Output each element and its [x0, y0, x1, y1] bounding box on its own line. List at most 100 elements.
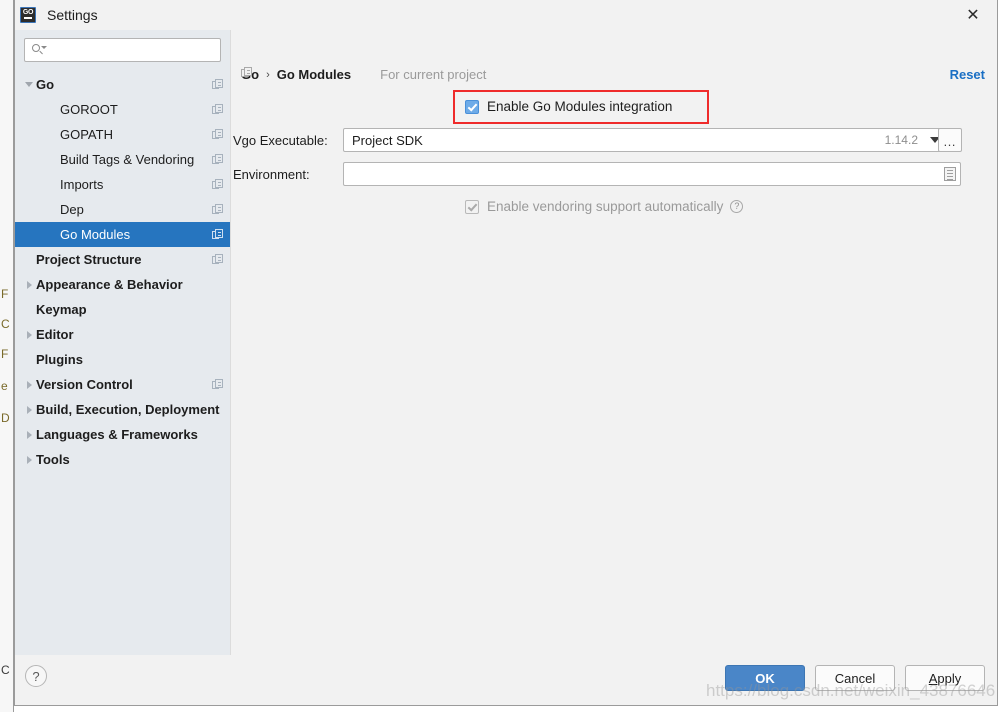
- sidebar-item-label: Project Structure: [36, 252, 141, 267]
- sidebar-item-label: Appearance & Behavior: [36, 277, 183, 292]
- sidebar-item-label: Imports: [60, 177, 103, 192]
- module-scope-icon: [212, 79, 224, 91]
- dialog-title: Settings: [47, 7, 98, 23]
- sidebar-item-languages-frameworks[interactable]: Languages & Frameworks: [15, 422, 230, 447]
- help-icon[interactable]: ?: [730, 200, 743, 213]
- chevron-down-icon[interactable]: [22, 82, 36, 87]
- chevron-right-icon[interactable]: [22, 331, 36, 339]
- sidebar-item-label: Go: [36, 77, 54, 92]
- apply-button-mnemonic: A: [929, 671, 938, 686]
- sidebar-item-build-tags-vendoring[interactable]: Build Tags & Vendoring: [15, 147, 230, 172]
- sidebar-item-label: Editor: [36, 327, 74, 342]
- search-input[interactable]: [45, 43, 220, 57]
- chevron-right-icon[interactable]: [22, 431, 36, 439]
- ok-button[interactable]: OK: [725, 665, 805, 691]
- chevron-right-icon[interactable]: [22, 406, 36, 414]
- environment-label: Environment:: [233, 167, 310, 182]
- vgo-executable-label: Vgo Executable:: [233, 133, 328, 148]
- backdrop-glyph: D: [1, 412, 12, 424]
- sidebar-item-label: Build, Execution, Deployment: [36, 402, 219, 417]
- sidebar-item-label: Keymap: [36, 302, 87, 317]
- vgo-browse-button[interactable]: …: [938, 128, 962, 152]
- settings-sidebar: Go GOROOT GOPATH Build Tags & Vendoring: [15, 30, 231, 655]
- settings-tree: Go GOROOT GOPATH Build Tags & Vendoring: [15, 72, 230, 655]
- sidebar-item-keymap[interactable]: Keymap: [15, 297, 230, 322]
- backdrop-glyph: C: [1, 664, 12, 676]
- enable-vendoring-label: Enable vendoring support automatically: [487, 199, 723, 214]
- apply-button[interactable]: Apply: [905, 665, 985, 691]
- search-box[interactable]: [24, 38, 221, 62]
- apply-button-rest: pply: [937, 671, 961, 686]
- breadcrumb-current: Go Modules: [277, 67, 351, 82]
- module-scope-icon: [212, 154, 224, 166]
- sidebar-item-label: Tools: [36, 452, 70, 467]
- sidebar-item-imports[interactable]: Imports: [15, 172, 230, 197]
- sidebar-item-version-control[interactable]: Version Control: [15, 372, 230, 397]
- environment-input[interactable]: [344, 166, 944, 183]
- environment-field[interactable]: [343, 162, 961, 186]
- module-scope-icon: [212, 129, 224, 141]
- backdrop-left-strip: F C F e D C: [0, 0, 14, 712]
- goland-app-icon: GO: [20, 7, 36, 23]
- settings-main-panel: Go › Go Modules For current project Rese…: [231, 30, 997, 655]
- sidebar-item-label: Version Control: [36, 377, 133, 392]
- sidebar-item-goroot[interactable]: GOROOT: [15, 97, 230, 122]
- list-editor-icon[interactable]: [944, 167, 956, 181]
- chevron-right-icon[interactable]: [22, 456, 36, 464]
- cancel-button[interactable]: Cancel: [815, 665, 895, 691]
- vgo-executable-value: Project SDK: [352, 133, 885, 148]
- backdrop-glyph: e: [1, 380, 12, 392]
- dialog-body: Go GOROOT GOPATH Build Tags & Vendoring: [15, 30, 997, 655]
- sidebar-item-gopath[interactable]: GOPATH: [15, 122, 230, 147]
- breadcrumb-separator-icon: ›: [266, 69, 270, 81]
- sidebar-item-label: GOPATH: [60, 127, 113, 142]
- goland-icon-bar: [24, 17, 32, 19]
- enable-go-modules-label: Enable Go Modules integration: [487, 99, 672, 114]
- enable-go-modules-checkbox[interactable]: [465, 100, 479, 114]
- backdrop-glyph: C: [1, 318, 12, 330]
- dialog-footer: ? OK Cancel Apply: [15, 655, 997, 705]
- module-scope-icon: [212, 204, 224, 216]
- sidebar-item-tools[interactable]: Tools: [15, 447, 230, 472]
- chevron-right-icon[interactable]: [22, 281, 36, 289]
- search-icon: [31, 43, 45, 57]
- module-scope-icon: [212, 229, 224, 241]
- scope-note-label: For current project: [380, 67, 486, 82]
- chevron-right-icon[interactable]: [22, 381, 36, 389]
- sidebar-item-label: Dep: [60, 202, 84, 217]
- sidebar-item-label: Languages & Frameworks: [36, 427, 198, 442]
- backdrop-glyph: F: [1, 288, 12, 300]
- sidebar-item-build-execution-deployment[interactable]: Build, Execution, Deployment: [15, 397, 230, 422]
- sidebar-item-project-structure[interactable]: Project Structure: [15, 247, 230, 272]
- enable-go-modules-row[interactable]: Enable Go Modules integration: [465, 99, 672, 114]
- dialog-titlebar: GO Settings ✕: [15, 0, 997, 30]
- module-scope-icon: [212, 254, 224, 266]
- scope-note: For current project: [375, 67, 486, 82]
- help-button[interactable]: ?: [25, 665, 47, 687]
- sidebar-item-plugins[interactable]: Plugins: [15, 347, 230, 372]
- sidebar-item-dep[interactable]: Dep: [15, 197, 230, 222]
- sidebar-item-label: Go Modules: [60, 227, 130, 242]
- sidebar-item-label: Plugins: [36, 352, 83, 367]
- sidebar-item-label: Build Tags & Vendoring: [60, 152, 194, 167]
- enable-vendoring-row: Enable vendoring support automatically ?: [465, 199, 743, 214]
- sidebar-item-go[interactable]: Go: [15, 72, 230, 97]
- module-scope-icon: [212, 379, 224, 391]
- reset-link[interactable]: Reset: [950, 67, 985, 82]
- breadcrumb: Go › Go Modules For current project: [241, 67, 486, 82]
- sidebar-item-go-modules[interactable]: Go Modules: [15, 222, 230, 247]
- vgo-executable-combobox[interactable]: Project SDK 1.14.2: [343, 128, 950, 152]
- close-icon[interactable]: ✕: [955, 3, 991, 27]
- dialog-button-group: OK Cancel Apply: [725, 665, 985, 691]
- enable-vendoring-checkbox: [465, 200, 479, 214]
- module-scope-icon: [212, 179, 224, 191]
- sidebar-item-editor[interactable]: Editor: [15, 322, 230, 347]
- goland-icon-text: GO: [21, 8, 35, 17]
- search-container: [15, 30, 230, 72]
- settings-dialog: GO Settings ✕ Go: [14, 0, 998, 706]
- sidebar-item-appearance-behavior[interactable]: Appearance & Behavior: [15, 272, 230, 297]
- backdrop-glyph: F: [1, 348, 12, 360]
- sidebar-item-label: GOROOT: [60, 102, 118, 117]
- vgo-executable-version: 1.14.2: [885, 133, 918, 147]
- module-scope-icon: [212, 104, 224, 116]
